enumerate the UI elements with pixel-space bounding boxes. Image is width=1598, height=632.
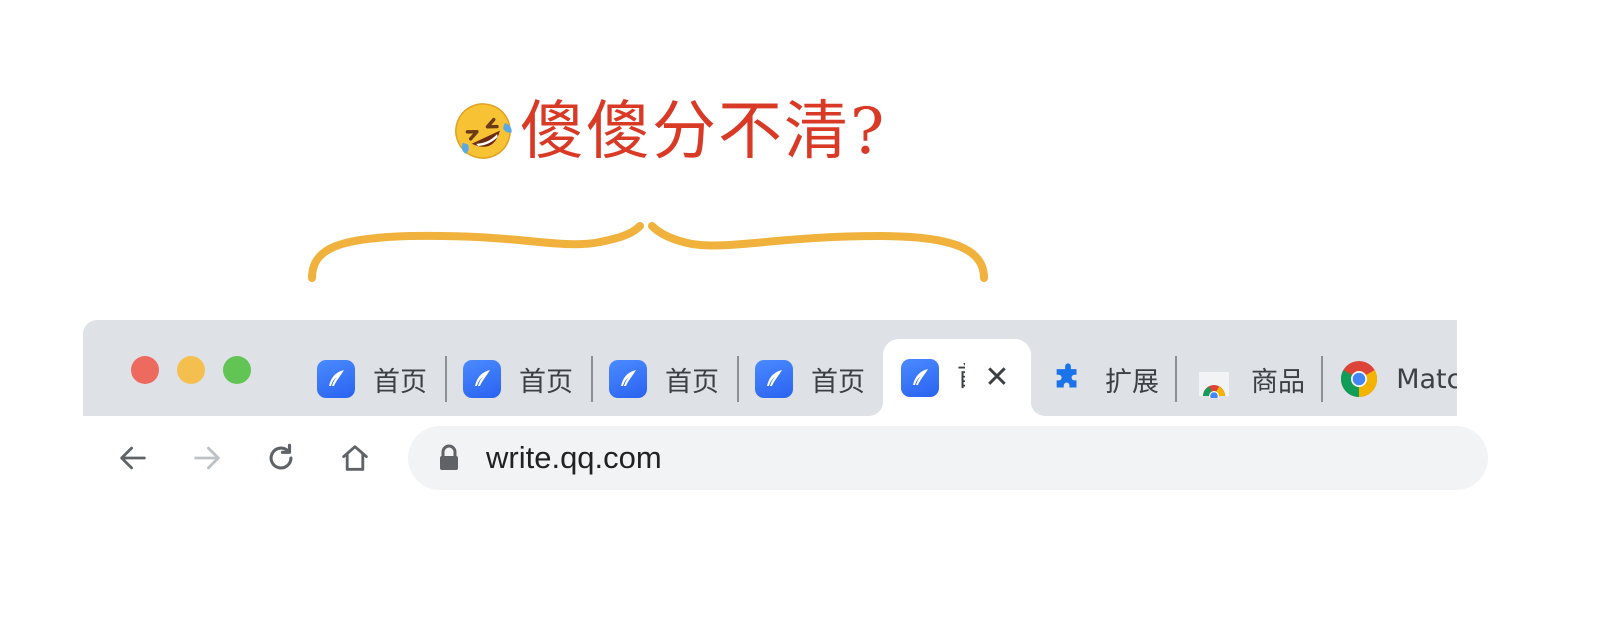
tab-web-store[interactable]: 商品: [1195, 342, 1307, 416]
tab-home-3[interactable]: 首页: [609, 342, 725, 416]
tab-separator: [1175, 356, 1177, 402]
tab-separator: [1321, 356, 1323, 402]
home-button[interactable]: [335, 438, 375, 478]
tab-title: Match: [1396, 363, 1457, 395]
tab-home-4[interactable]: 首页: [755, 342, 871, 416]
reload-button[interactable]: [261, 438, 301, 478]
window-close-button[interactable]: [131, 356, 159, 384]
browser-toolbar: write.qq.com: [83, 416, 1488, 500]
back-button[interactable]: [113, 438, 153, 478]
tab-title: 商品: [1251, 366, 1305, 398]
tab-strip: 首页 首页 首页 首页 ✕ 扩展 商品 Matc: [83, 320, 1457, 416]
tab-close-icon[interactable]: ✕: [983, 359, 1011, 395]
lock-icon: [440, 444, 458, 470]
rofl-emoji-icon: [455, 103, 512, 159]
annotation-caption: 傻傻分不清?: [520, 95, 887, 169]
tab-home-active[interactable]: 首 ✕: [883, 339, 1031, 416]
forward-arrow-icon: [194, 446, 220, 470]
active-tab-corner: [1031, 402, 1045, 416]
quill-icon: [901, 359, 939, 397]
home-icon: [342, 445, 368, 471]
browser-window: 首页 首页 首页 首页 ✕ 扩展 商品 Matc write.qq.com: [83, 320, 1488, 500]
tab-separator: [445, 356, 447, 402]
chrome-web-store-icon: [1195, 360, 1233, 398]
reload-icon: [269, 443, 293, 470]
address-bar[interactable]: write.qq.com: [408, 426, 1488, 490]
tab-chrome[interactable]: Match: [1339, 342, 1457, 416]
puzzle-icon: [1049, 360, 1087, 398]
tab-home-1[interactable]: 首页: [317, 342, 433, 416]
annotation: 傻傻分不清?: [0, 0, 1598, 300]
tab-separator: [737, 356, 739, 402]
tab-title: 首页: [373, 366, 427, 398]
tab-title: 首: [957, 361, 965, 395]
quill-icon: [755, 360, 793, 398]
quill-icon: [609, 360, 647, 398]
back-arrow-icon: [120, 446, 146, 470]
quill-icon: [463, 360, 501, 398]
active-tab-corner: [869, 402, 883, 416]
forward-button[interactable]: [187, 438, 227, 478]
window-minimize-button[interactable]: [177, 356, 205, 384]
tab-home-2[interactable]: 首页: [463, 342, 579, 416]
tab-title: 扩展: [1105, 366, 1159, 398]
tab-separator: [591, 356, 593, 402]
quill-icon: [317, 360, 355, 398]
tab-title: 首页: [811, 366, 865, 398]
window-maximize-button[interactable]: [223, 356, 251, 384]
tab-title: 首页: [519, 366, 573, 398]
chrome-icon: [1339, 359, 1378, 399]
curly-brace-shape: [308, 222, 988, 282]
tab-extensions[interactable]: 扩展: [1049, 342, 1159, 416]
tab-title: 首页: [665, 366, 719, 398]
url-text: write.qq.com: [486, 440, 662, 475]
